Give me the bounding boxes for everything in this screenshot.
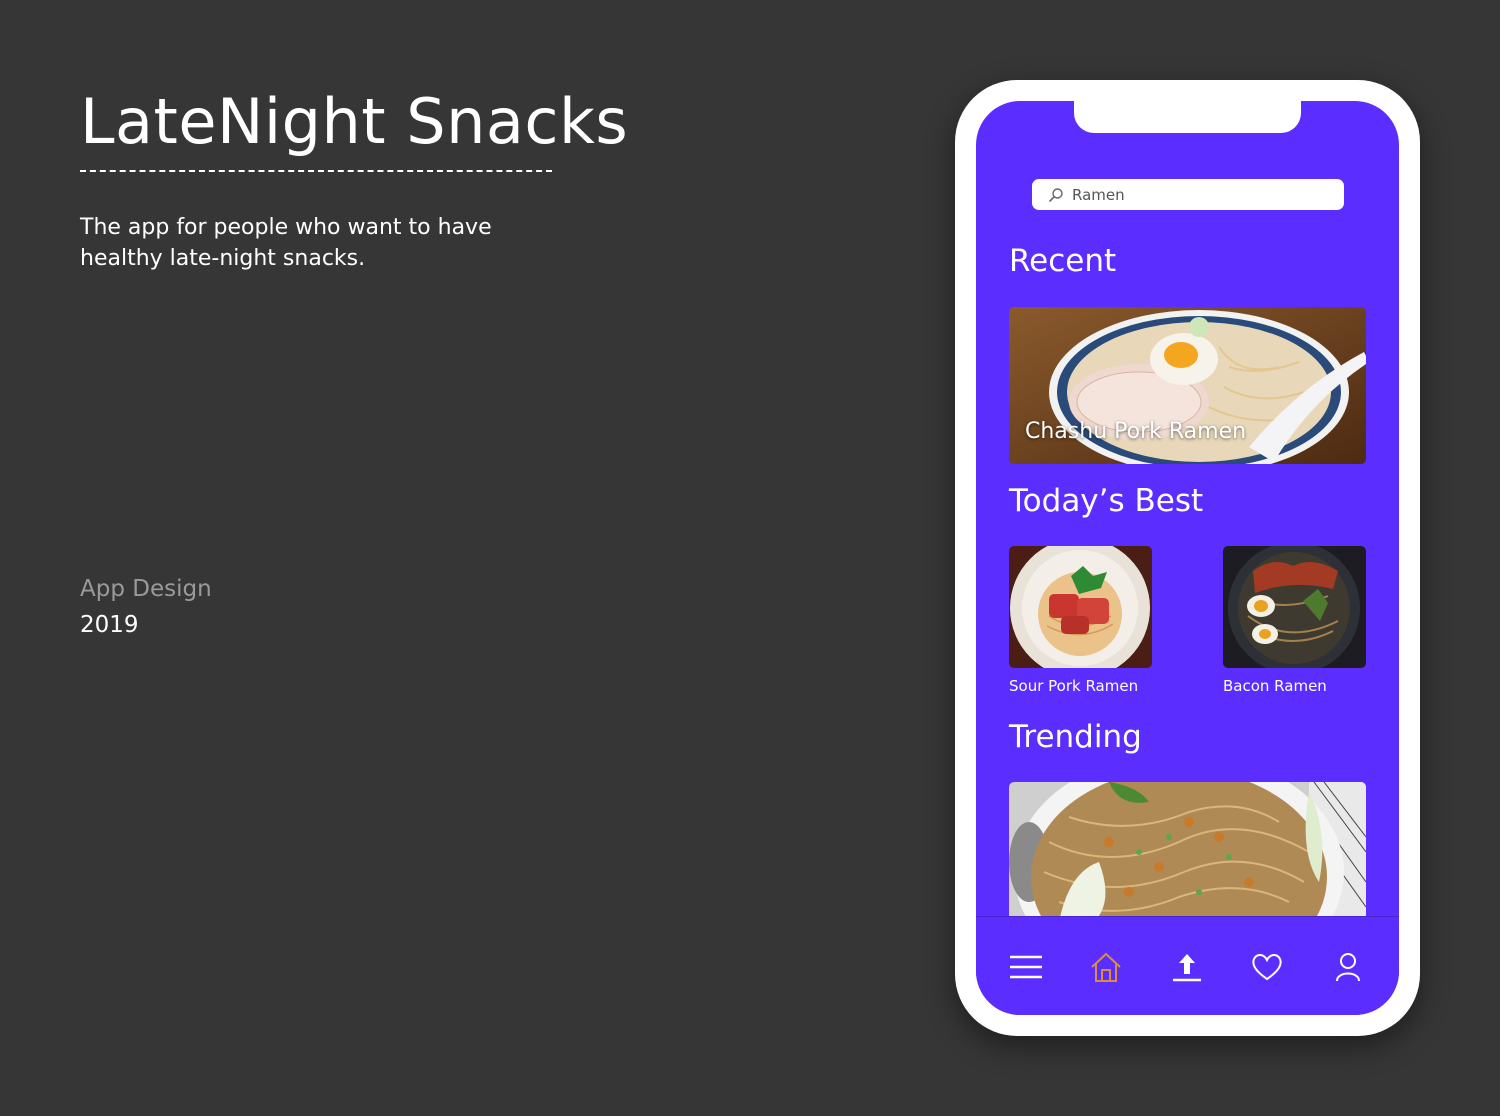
title-divider xyxy=(80,170,552,172)
project-tagline: The app for people who want to have heal… xyxy=(80,215,492,271)
nav-favorites-button[interactable] xyxy=(1247,947,1287,987)
search-icon xyxy=(1048,187,1064,203)
search-input[interactable] xyxy=(1072,185,1332,204)
nav-home-button[interactable] xyxy=(1086,947,1126,987)
nav-menu-button[interactable] xyxy=(1006,947,1046,987)
project-category: App Design xyxy=(80,576,212,602)
sour-pork-ramen-image xyxy=(1009,546,1152,668)
todays-best-label-1: Sour Pork Ramen xyxy=(1009,677,1139,695)
recent-card[interactable]: Chashu Pork Ramen xyxy=(1009,307,1366,464)
bacon-ramen-image xyxy=(1223,546,1366,668)
phone-mockup: Recent xyxy=(955,80,1420,1036)
phone-notch xyxy=(1074,101,1301,133)
search-bar[interactable] xyxy=(1032,179,1344,210)
todays-best-card-2[interactable] xyxy=(1223,546,1366,668)
upload-icon xyxy=(1173,954,1201,982)
trending-food-image xyxy=(1009,782,1366,922)
todays-best-label-2: Bacon Ramen xyxy=(1223,677,1327,695)
project-title: LateNight Snacks xyxy=(80,85,629,158)
nav-profile-button[interactable] xyxy=(1328,947,1368,987)
section-title-trending: Trending xyxy=(1009,719,1142,755)
profile-icon xyxy=(1336,953,1360,982)
app-screen: Recent xyxy=(976,101,1399,1015)
menu-icon xyxy=(1010,955,1042,979)
heart-icon xyxy=(1252,954,1282,981)
todays-best-card-1[interactable] xyxy=(1009,546,1152,668)
nav-upload-button[interactable] xyxy=(1167,947,1207,987)
section-title-todays-best: Today’s Best xyxy=(1009,483,1204,519)
home-icon xyxy=(1091,952,1121,982)
trending-card[interactable] xyxy=(1009,782,1366,922)
bottom-nav xyxy=(976,916,1399,1015)
project-year: 2019 xyxy=(80,612,139,638)
section-title-recent: Recent xyxy=(1009,243,1117,279)
recent-card-caption: Chashu Pork Ramen xyxy=(1025,419,1247,444)
